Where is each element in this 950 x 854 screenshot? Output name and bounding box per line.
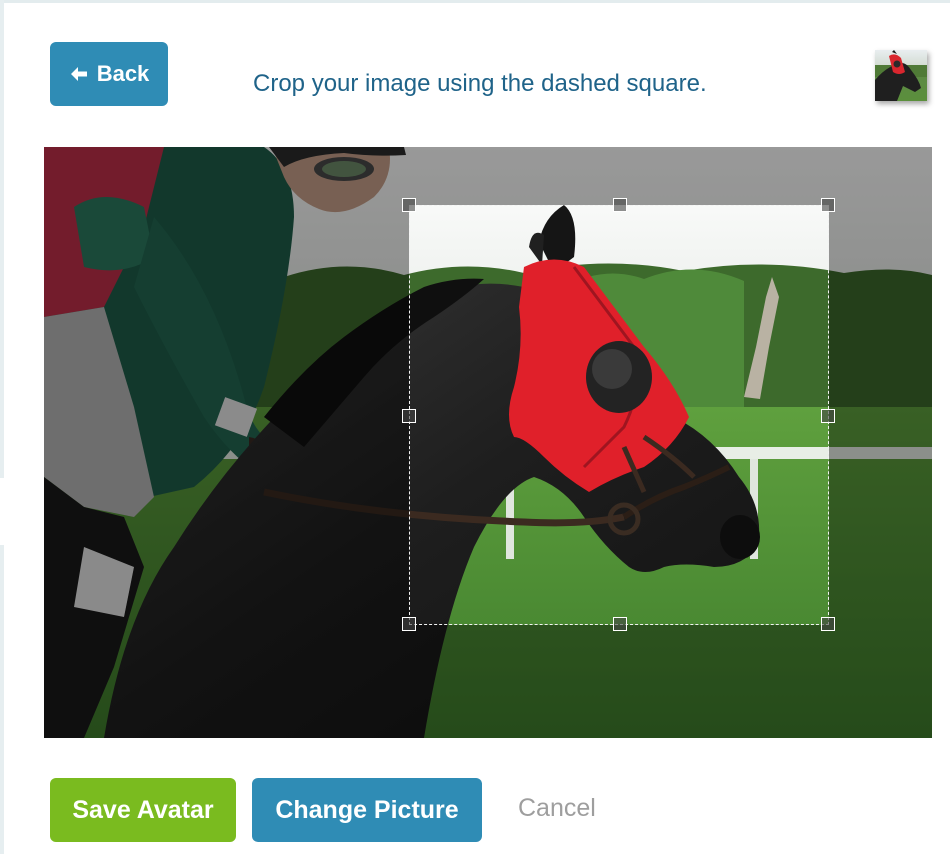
crop-handle-bottom-right[interactable]: [821, 617, 835, 631]
dim-overlay-bottom: [44, 625, 932, 738]
crop-handle-right[interactable]: [821, 409, 835, 423]
crop-selection-box[interactable]: [402, 198, 835, 631]
crop-handle-bottom[interactable]: [613, 617, 627, 631]
avatar-preview-thumbnail: [875, 50, 927, 101]
crop-handle-top-right[interactable]: [821, 198, 835, 212]
back-button-label: Back: [96, 61, 150, 86]
crop-instruction: Crop your image using the dashed square.: [253, 70, 707, 97]
cancel-link[interactable]: Cancel: [518, 794, 596, 823]
change-picture-button[interactable]: Change Picture: [252, 778, 482, 842]
crop-handle-top[interactable]: [613, 198, 627, 212]
dim-overlay-top: [44, 147, 932, 205]
crop-avatar-dialog: Back Crop your image using the dashed sq…: [0, 0, 950, 854]
back-button[interactable]: Back: [50, 42, 168, 106]
dim-overlay-right: [829, 205, 932, 625]
arrow-left-icon: [70, 67, 87, 81]
dim-overlay-left: [44, 205, 409, 625]
top-border: [0, 0, 950, 3]
save-avatar-button[interactable]: Save Avatar: [50, 778, 236, 842]
crop-handle-top-left[interactable]: [402, 198, 416, 212]
left-border: [0, 0, 4, 478]
crop-handle-bottom-left[interactable]: [402, 617, 416, 631]
crop-image-area[interactable]: [44, 147, 932, 738]
left-border-lower: [0, 545, 4, 854]
crop-handle-left[interactable]: [402, 409, 416, 423]
